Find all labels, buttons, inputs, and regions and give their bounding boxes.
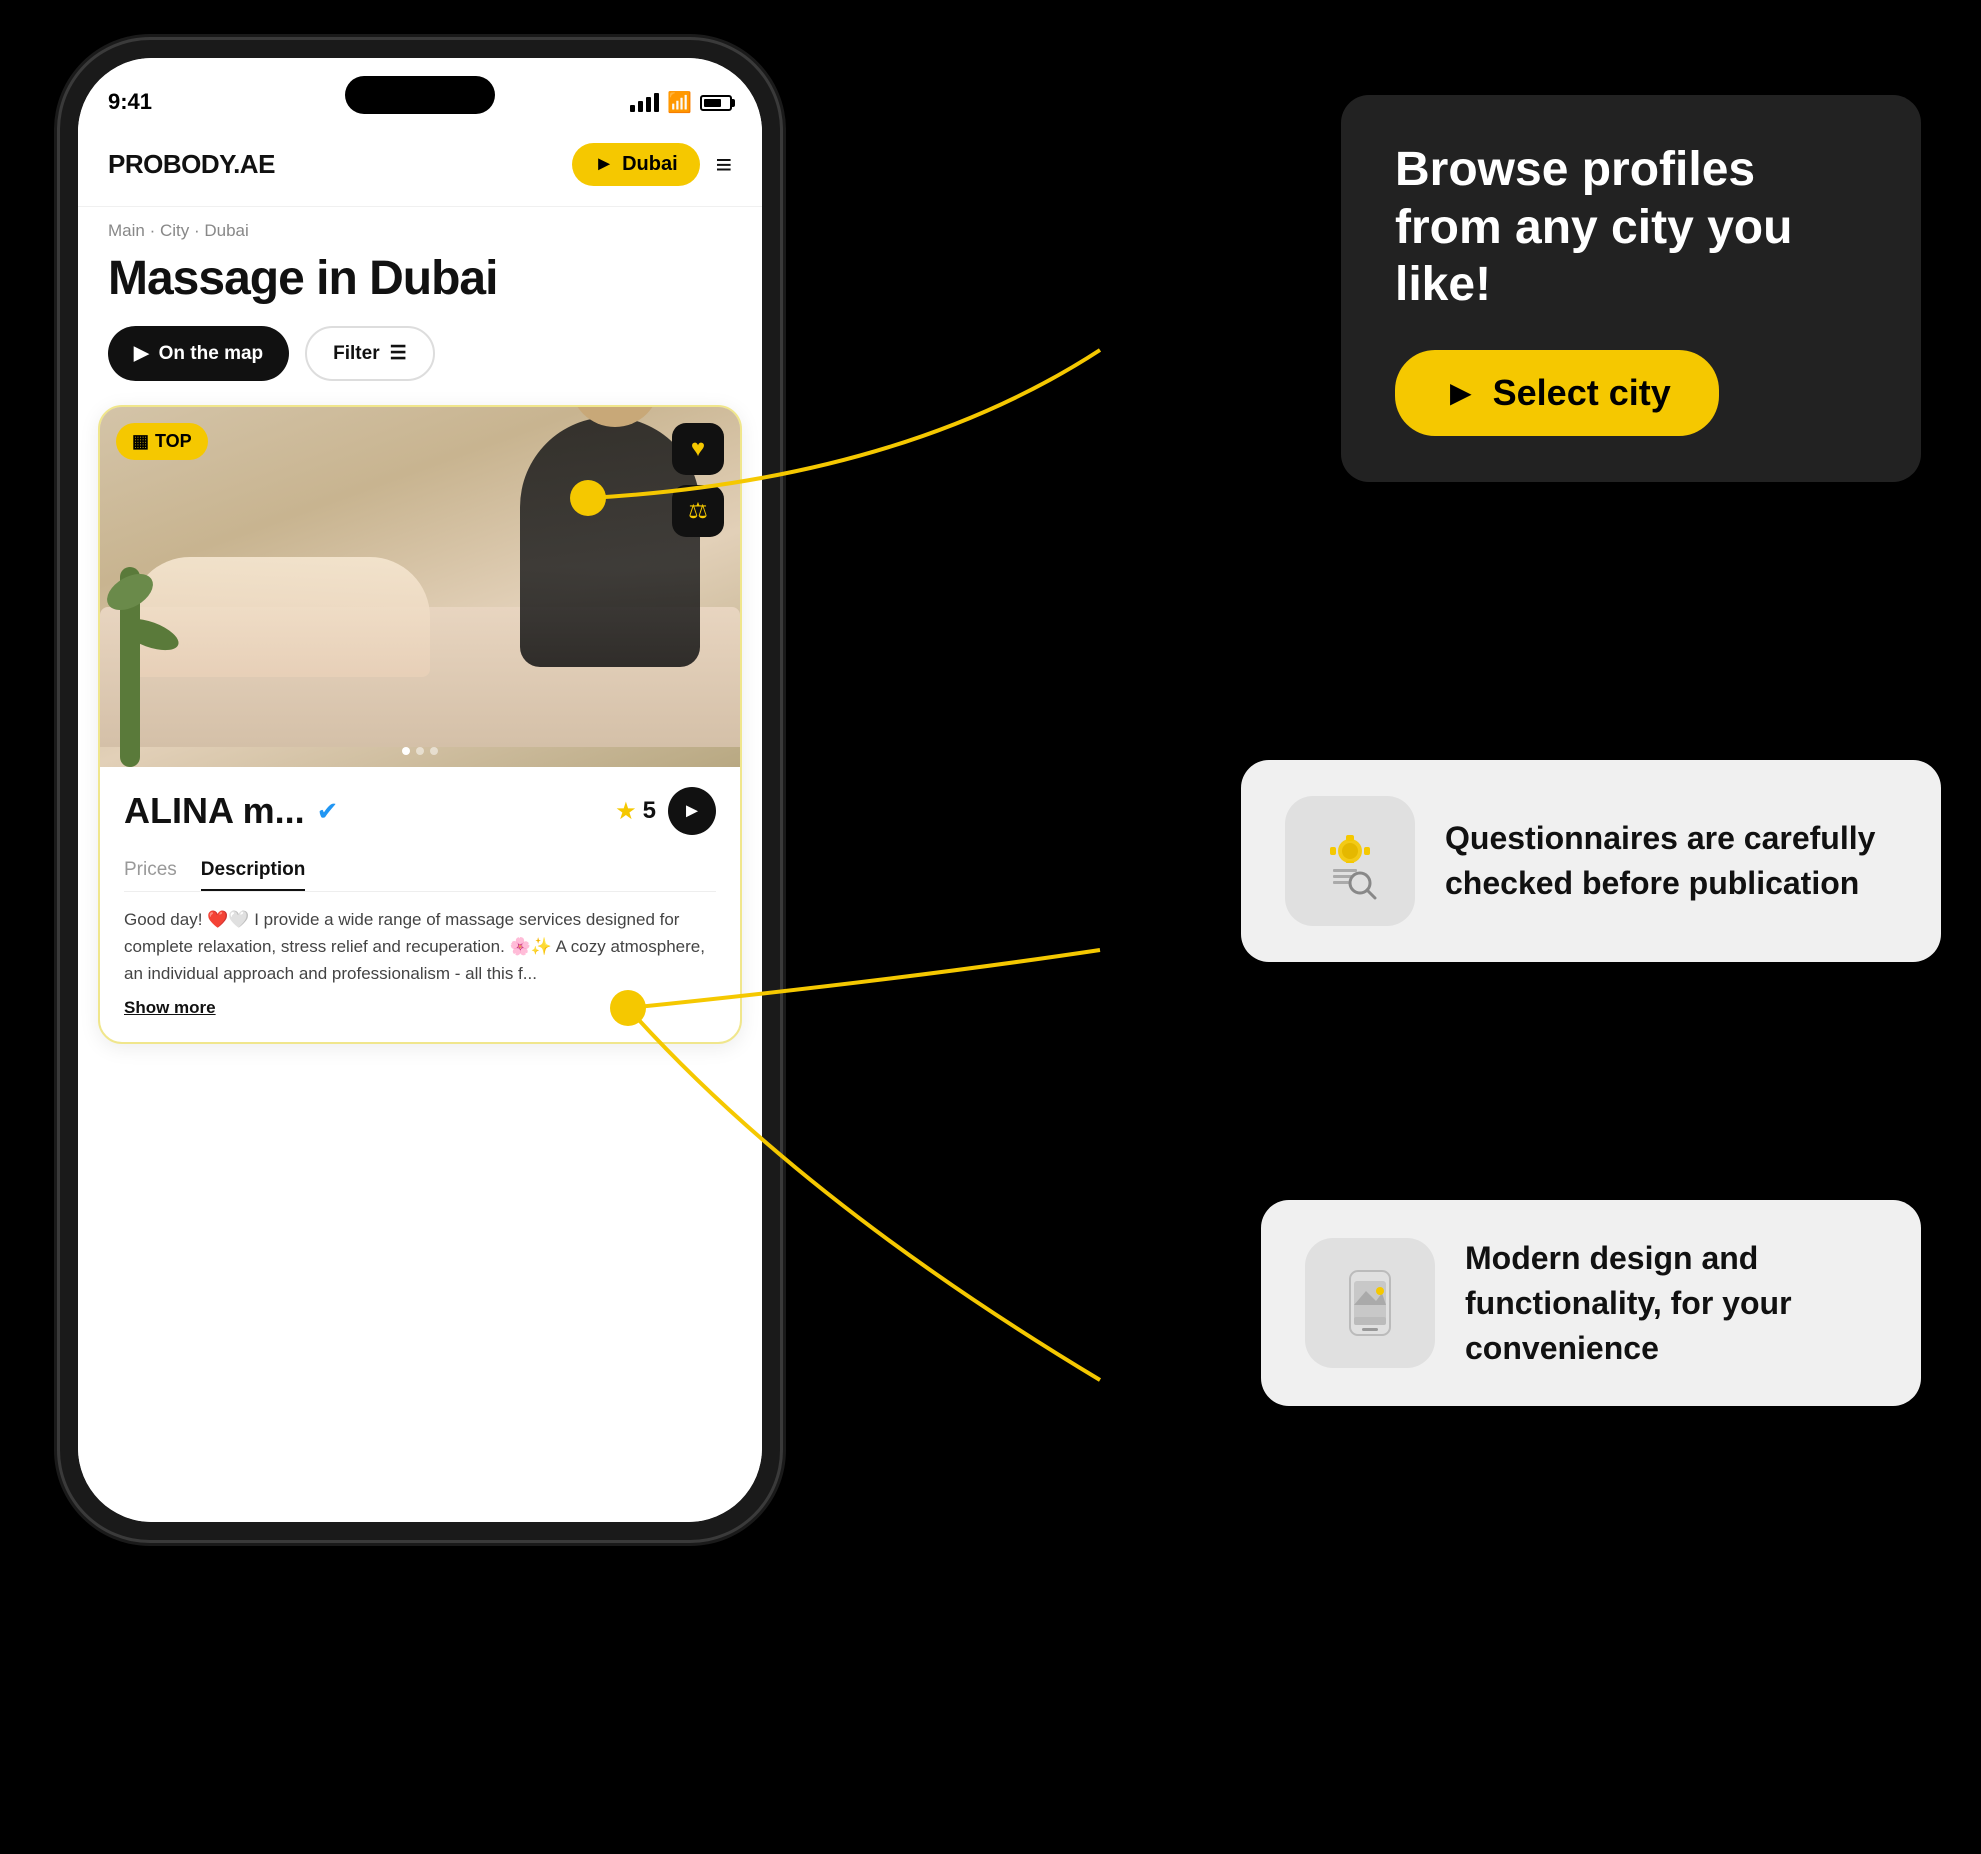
compare-button[interactable]: ⚖ (672, 485, 724, 537)
card-tabs: Prices Description (124, 851, 716, 892)
profile-card: ▦ TOP ♥ ⚖ (98, 405, 742, 1044)
profile-name: ALINA m... (124, 790, 305, 832)
app-header: PROBODY.AE ► Dubai ≡ (78, 123, 762, 207)
app-logo: PROBODY.AE (108, 149, 275, 180)
action-buttons: ▶ On the map Filter ☰ (78, 326, 762, 405)
map-button-label: On the map (159, 343, 264, 365)
power-button (780, 310, 786, 420)
header-right: ► Dubai ≡ (572, 143, 732, 186)
dot-2 (416, 747, 424, 755)
status-icons: 📶 (630, 90, 732, 115)
status-time: 9:41 (108, 89, 152, 115)
phone-mockup: 9:41 📶 PROB (60, 40, 780, 1820)
filter-button[interactable]: Filter ☰ (305, 326, 435, 381)
map-button[interactable]: ▶ On the map (108, 326, 289, 381)
questionnaire-icon-circle (1285, 796, 1415, 926)
phone-shell: 9:41 📶 PROB (60, 40, 780, 1540)
connector-dot-2 (610, 990, 646, 1026)
select-city-button[interactable]: ► Select city (1395, 350, 1719, 436)
profile-name-row: ALINA m... ✔ ★ 5 ► (124, 787, 716, 835)
rating-stars: ★ 5 (615, 797, 656, 826)
wifi-icon: 📶 (667, 90, 692, 115)
phone-icon-circle (1305, 1238, 1435, 1368)
select-city-label: Select city (1493, 372, 1671, 414)
card-image: ▦ TOP ♥ ⚖ (100, 407, 740, 767)
questionnaires-callout: Questionnaires are carefully checked bef… (1241, 760, 1941, 962)
location-arrow-icon: ► (1443, 372, 1479, 414)
callout-dark-title: Browse profiles from any city you like! (1395, 141, 1867, 314)
connector-dot-1 (570, 480, 606, 516)
battery-icon (700, 95, 732, 111)
filter-icon: ☰ (390, 342, 407, 365)
page-title: Massage in Dubai (78, 247, 762, 326)
select-city-callout: Browse profiles from any city you like! … (1341, 95, 1921, 482)
breadcrumb: Main · City · Dubai (78, 207, 762, 247)
tab-description[interactable]: Description (201, 851, 306, 891)
phone-screen: 9:41 📶 PROB (78, 58, 762, 1522)
rating-number: 5 (643, 797, 656, 825)
modern-design-text: Modern design and functionality, for you… (1465, 1236, 1877, 1370)
signal-icon (630, 93, 659, 112)
phone-design-icon (1330, 1263, 1410, 1343)
chart-icon: ▦ (132, 431, 149, 452)
favorite-button[interactable]: ♥ (672, 423, 724, 475)
dynamic-island (345, 76, 495, 114)
filter-button-label: Filter (333, 343, 379, 365)
map-icon: ▶ (134, 342, 149, 365)
navigate-button[interactable]: ► (668, 787, 716, 835)
location-icon: ► (594, 153, 614, 176)
tab-prices[interactable]: Prices (124, 851, 177, 891)
modern-design-callout: Modern design and functionality, for you… (1261, 1200, 1921, 1406)
menu-button[interactable]: ≡ (716, 149, 732, 181)
star-icon: ★ (615, 797, 637, 826)
client-figure (130, 557, 430, 677)
city-button-label: Dubai (622, 153, 678, 176)
image-dots (402, 747, 438, 755)
dot-3 (430, 747, 438, 755)
questionnaires-text: Questionnaires are carefully checked bef… (1445, 816, 1897, 906)
app-content: PROBODY.AE ► Dubai ≡ Main · City · Dubai… (78, 123, 762, 1522)
city-button[interactable]: ► Dubai (572, 143, 699, 186)
dot-1 (402, 747, 410, 755)
top-badge-label: TOP (155, 431, 192, 452)
verified-icon: ✔ (317, 796, 339, 827)
top-badge: ▦ TOP (116, 423, 208, 460)
questionnaire-icon (1310, 821, 1390, 901)
card-description: Good day! ❤️🤍 I provide a wide range of … (124, 906, 716, 988)
